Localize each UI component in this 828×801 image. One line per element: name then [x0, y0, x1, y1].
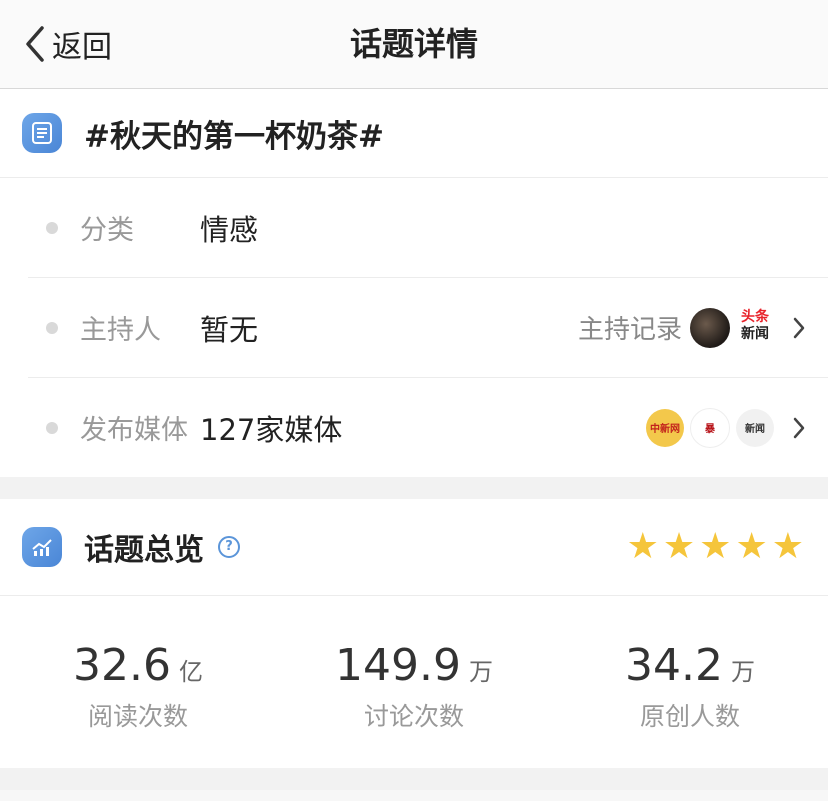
overview-title: 话题总览 [84, 533, 204, 568]
star-icon: ★ [771, 526, 804, 567]
host-avatar [690, 307, 730, 348]
stat-originals: 34.2 万 原创人数 [552, 596, 828, 768]
rating-stars: ★ ★ ★ ★ ★ [627, 527, 804, 567]
topic-card: #秋天的第一杯奶茶# 分类 情感 主持人 暂无 主持记录 头条 新闻 发布媒体 … [0, 89, 828, 477]
chevron-right-icon [793, 417, 805, 438]
overview-header: 话题总览 ? ★ ★ ★ ★ ★ [0, 499, 828, 596]
category-value: 情感 [200, 212, 259, 247]
bullet-dot [46, 221, 58, 234]
host-label: 主持人 [80, 315, 161, 346]
toutiao-logo: 头条 新闻 [741, 309, 769, 342]
media-value: 127家媒体 [200, 412, 343, 447]
host-value: 暂无 [200, 312, 259, 347]
section-divider [0, 477, 828, 499]
help-icon[interactable]: ? [218, 536, 240, 558]
page-title: 话题详情 [349, 25, 478, 63]
media-label: 发布媒体 [80, 415, 188, 446]
category-label: 分类 [80, 215, 134, 246]
stat-discussions: 149.9 万 讨论次数 [276, 596, 552, 768]
media-row[interactable]: 发布媒体 127家媒体 中新网 暴 新闻 [28, 378, 828, 477]
chevron-right-icon [793, 317, 805, 338]
media-link[interactable]: 中新网 暴 新闻 [646, 378, 806, 477]
stat-label: 阅读次数 [87, 702, 188, 731]
stat-reads: 32.6 亿 阅读次数 [0, 596, 276, 768]
media-logo-bao: 暴 [690, 407, 730, 448]
star-icon: ★ [626, 526, 659, 567]
stat-value: 149.9 [335, 640, 461, 691]
bullet-dot [46, 421, 58, 434]
star-icon: ★ [699, 526, 732, 567]
chart-icon [22, 527, 62, 567]
stat-unit: 万 [468, 658, 493, 686]
topic-title: #秋天的第一杯奶茶# [84, 118, 384, 155]
media-logo-zhongxinwang: 中新网 [646, 408, 684, 447]
category-row: 分类 情感 [28, 178, 828, 278]
stat-unit: 亿 [178, 658, 203, 686]
stat-value: 32.6 [73, 640, 171, 691]
host-record-label: 主持记录 [577, 315, 682, 345]
star-icon: ★ [735, 526, 768, 567]
stat-label: 原创人数 [639, 702, 740, 731]
stat-label: 讨论次数 [363, 702, 464, 731]
bullet-dot [46, 321, 58, 334]
list-icon [22, 113, 62, 153]
overview-card: 话题总览 ? ★ ★ ★ ★ ★ 32.6 亿 阅读次数 149.9 万 讨论次数 … [0, 499, 828, 768]
section-divider [0, 768, 828, 790]
stat-unit: 万 [730, 658, 755, 686]
stat-value: 34.2 [625, 640, 723, 691]
star-icon: ★ [662, 526, 696, 567]
media-logo-news: 新闻 [736, 408, 774, 447]
topic-row: #秋天的第一杯奶茶# [0, 89, 828, 178]
stats-row: 32.6 亿 阅读次数 149.9 万 讨论次数 34.2 万 原创人数 [0, 596, 828, 768]
host-record-link[interactable]: 主持记录 头条 新闻 [578, 278, 806, 377]
host-row[interactable]: 主持人 暂无 主持记录 头条 新闻 [28, 278, 828, 378]
nav-bar: 返回 话题详情 [0, 0, 828, 89]
